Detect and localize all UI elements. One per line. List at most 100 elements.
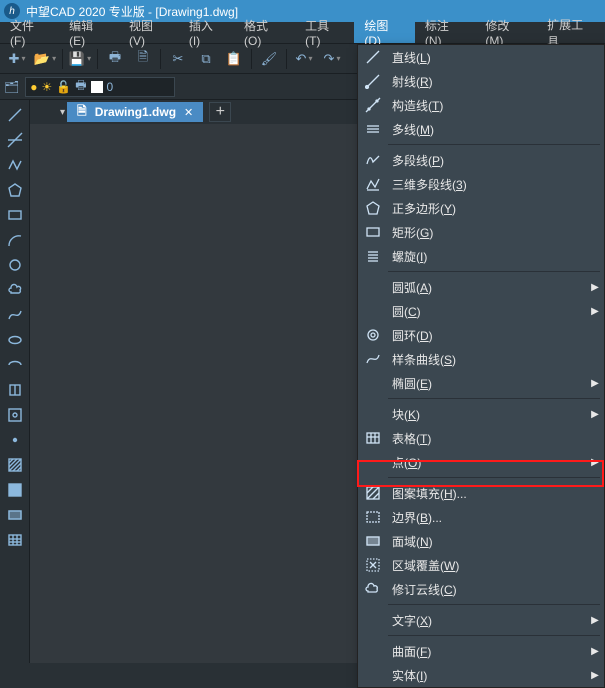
- menu-item-13[interactable]: 圆环(D): [358, 323, 604, 347]
- menu-item-label: 块(K): [388, 406, 586, 423]
- cut-button[interactable]: ✂: [165, 47, 191, 71]
- menu-item-22[interactable]: 边界(B)...: [358, 505, 604, 529]
- sun-icon: ☀: [41, 80, 52, 94]
- menu-8[interactable]: 修改(M): [475, 22, 537, 43]
- menu-item-15[interactable]: 椭圆(E)▶: [358, 371, 604, 395]
- new-button[interactable]: ✚: [4, 47, 30, 71]
- document-tab[interactable]: 🗎 Drawing1.dwg ✕: [67, 102, 203, 122]
- lock-icon: 🔓: [56, 80, 71, 94]
- hatch-icon[interactable]: [3, 454, 27, 476]
- menu-6[interactable]: 绘图(D): [354, 22, 415, 43]
- doc-icon: 🗎: [77, 102, 87, 123]
- gradient-icon[interactable]: [3, 479, 27, 501]
- paste-button[interactable]: 📋: [221, 47, 247, 71]
- menu-item-11[interactable]: 圆弧(A)▶: [358, 275, 604, 299]
- conline-icon[interactable]: [3, 129, 27, 151]
- revcloud-icon[interactable]: [3, 279, 27, 301]
- menu-item-30[interactable]: 实体(I)▶: [358, 663, 604, 687]
- region-icon[interactable]: [3, 504, 27, 526]
- menu-item-6[interactable]: 三维多段线(3): [358, 172, 604, 196]
- layer-manager-icon[interactable]: 🗂: [4, 80, 19, 94]
- submenu-arrow-icon: ▶: [586, 646, 604, 657]
- menu-item-9[interactable]: 螺旋(I): [358, 244, 604, 268]
- spline-icon[interactable]: [3, 304, 27, 326]
- print-button[interactable]: 🖶: [102, 47, 128, 71]
- menu-7[interactable]: 标注(N): [415, 22, 476, 43]
- mline-icon: [358, 121, 388, 137]
- menu-item-label: 修订云线(C): [388, 581, 586, 598]
- insert-block-icon[interactable]: [3, 379, 27, 401]
- open-button[interactable]: 📂: [32, 47, 58, 71]
- menu-item-label: 射线(R): [388, 73, 586, 90]
- save-button[interactable]: 💾: [67, 47, 93, 71]
- menu-9[interactable]: 扩展工具: [537, 22, 605, 43]
- menu-item-0[interactable]: 直线(L): [358, 45, 604, 69]
- menu-item-2[interactable]: 构造线(T): [358, 93, 604, 117]
- ray-icon: [358, 73, 388, 89]
- menu-item-label: 样条曲线(S): [388, 351, 586, 368]
- new-tab-button[interactable]: +: [209, 102, 231, 122]
- menu-4[interactable]: 格式(O): [234, 22, 295, 43]
- submenu-arrow-icon: ▶: [586, 670, 604, 681]
- redo-button[interactable]: ↷: [319, 47, 345, 71]
- polygon-icon[interactable]: [3, 179, 27, 201]
- menu-item-24[interactable]: 区域覆盖(W): [358, 553, 604, 577]
- undo-button[interactable]: ↶: [291, 47, 317, 71]
- menu-item-27[interactable]: 文字(X)▶: [358, 608, 604, 632]
- menu-item-label: 三维多段线(3): [388, 176, 586, 193]
- tab-arrow-icon[interactable]: ▾: [60, 107, 65, 118]
- menu-item-label: 图案填充(H)...: [388, 485, 586, 502]
- menu-item-8[interactable]: 矩形(G): [358, 220, 604, 244]
- layer-combo[interactable]: ● ☀ 🔓 🖶 0: [25, 77, 175, 97]
- menu-item-label: 圆(C): [388, 303, 586, 320]
- polygon-icon: [358, 200, 388, 216]
- make-block-icon[interactable]: [3, 404, 27, 426]
- menu-item-18[interactable]: 表格(T): [358, 426, 604, 450]
- conline-icon: [358, 97, 388, 113]
- pline-icon[interactable]: [3, 154, 27, 176]
- menu-item-7[interactable]: 正多边形(Y): [358, 196, 604, 220]
- menu-item-label: 多段线(P): [388, 152, 586, 169]
- circle-icon[interactable]: [3, 254, 27, 276]
- menu-item-label: 正多边形(Y): [388, 200, 586, 217]
- ellipse-arc-icon[interactable]: [3, 354, 27, 376]
- menu-item-5[interactable]: 多段线(P): [358, 148, 604, 172]
- menu-item-1[interactable]: 射线(R): [358, 69, 604, 93]
- submenu-arrow-icon: ▶: [586, 409, 604, 420]
- menu-item-21[interactable]: 图案填充(H)...: [358, 481, 604, 505]
- menu-item-label: 边界(B)...: [388, 509, 586, 526]
- menu-0[interactable]: 文件(F): [0, 22, 59, 43]
- menu-item-label: 区域覆盖(W): [388, 557, 586, 574]
- arc-icon[interactable]: [3, 229, 27, 251]
- close-tab-icon[interactable]: ✕: [184, 106, 193, 119]
- menu-item-19[interactable]: 点(O)▶: [358, 450, 604, 474]
- menu-item-label: 面域(N): [388, 533, 586, 550]
- match-button[interactable]: 🖌: [256, 47, 282, 71]
- menu-item-23[interactable]: 面域(N): [358, 529, 604, 553]
- menu-item-17[interactable]: 块(K)▶: [358, 402, 604, 426]
- preview-button[interactable]: 🗎: [130, 47, 156, 71]
- ellipse-icon[interactable]: [3, 329, 27, 351]
- menu-item-label: 椭圆(E): [388, 375, 586, 392]
- bulb-icon: ●: [30, 80, 37, 94]
- menu-item-label: 曲面(F): [388, 643, 586, 660]
- menu-1[interactable]: 编辑(E): [59, 22, 119, 43]
- menu-item-29[interactable]: 曲面(F)▶: [358, 639, 604, 663]
- menu-5[interactable]: 工具(T): [295, 22, 354, 43]
- menu-item-3[interactable]: 多线(M): [358, 117, 604, 141]
- menu-item-12[interactable]: 圆(C)▶: [358, 299, 604, 323]
- menu-item-label: 矩形(G): [388, 224, 586, 241]
- menu-separator: [388, 271, 600, 272]
- menu-item-label: 构造线(T): [388, 97, 586, 114]
- line-icon[interactable]: [3, 104, 27, 126]
- point-icon[interactable]: [3, 429, 27, 451]
- rect-icon[interactable]: [3, 204, 27, 226]
- menu-item-14[interactable]: 样条曲线(S): [358, 347, 604, 371]
- copy-button[interactable]: ⧉: [193, 47, 219, 71]
- wipeout-icon: [358, 557, 388, 573]
- menu-item-25[interactable]: 修订云线(C): [358, 577, 604, 601]
- table-icon[interactable]: [3, 529, 27, 551]
- spiral-icon: [358, 248, 388, 264]
- menu-2[interactable]: 视图(V): [119, 22, 179, 43]
- menu-3[interactable]: 插入(I): [179, 22, 234, 43]
